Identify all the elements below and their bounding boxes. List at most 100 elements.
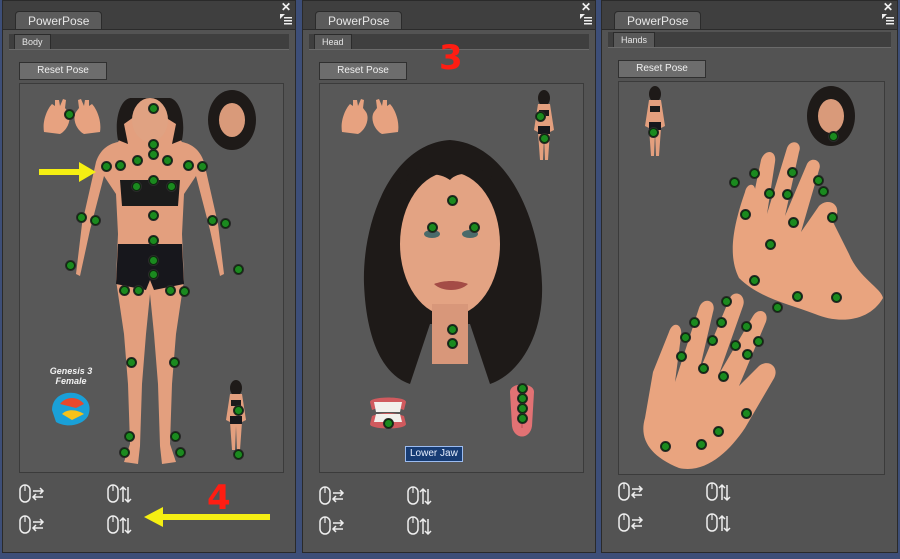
mouse-left-right-icon[interactable] (319, 486, 345, 506)
control-point[interactable] (234, 406, 243, 415)
control-point[interactable] (793, 292, 802, 301)
control-point[interactable] (690, 318, 699, 327)
mouse-up-down-icon[interactable] (407, 516, 433, 536)
control-point[interactable] (518, 414, 527, 423)
control-point[interactable] (765, 189, 774, 198)
mouse-left-right-icon[interactable] (618, 513, 644, 533)
control-point[interactable] (828, 213, 837, 222)
control-point[interactable] (134, 286, 143, 295)
close-icon[interactable]: ✕ (882, 1, 894, 13)
mouse-left-right-icon[interactable] (19, 484, 45, 504)
control-point[interactable] (448, 325, 457, 334)
tab-body[interactable]: Body (14, 34, 51, 49)
reset-pose-button[interactable]: Reset Pose (319, 62, 407, 80)
head-pose-viewport[interactable]: Lower Jaw (319, 83, 584, 473)
control-point[interactable] (730, 178, 739, 187)
panel-title-tab[interactable]: PowerPose (15, 11, 103, 29)
control-point[interactable] (719, 372, 728, 381)
control-point[interactable] (149, 270, 158, 279)
control-point[interactable] (518, 394, 527, 403)
control-point[interactable] (708, 336, 717, 345)
mouse-up-down-icon[interactable] (407, 486, 433, 506)
mouse-left-right-icon[interactable] (19, 515, 45, 535)
control-point[interactable] (149, 236, 158, 245)
reset-pose-button[interactable]: Reset Pose (618, 60, 706, 78)
control-point[interactable] (766, 240, 775, 249)
control-point[interactable] (722, 297, 731, 306)
control-point[interactable] (814, 176, 823, 185)
panel-title-tab[interactable]: PowerPose (614, 11, 702, 29)
control-point[interactable] (741, 210, 750, 219)
control-point[interactable] (428, 223, 437, 232)
control-point[interactable] (132, 182, 141, 191)
control-point[interactable] (149, 150, 158, 159)
control-point[interactable] (788, 168, 797, 177)
control-point[interactable] (743, 350, 752, 359)
control-point[interactable] (149, 176, 158, 185)
control-point[interactable] (77, 213, 86, 222)
control-point[interactable] (661, 442, 670, 451)
control-point[interactable] (125, 432, 134, 441)
control-point[interactable] (176, 448, 185, 457)
control-point[interactable] (234, 265, 243, 274)
panel-menu-icon[interactable] (881, 13, 895, 26)
control-point[interactable] (773, 303, 782, 312)
control-point[interactable] (731, 341, 740, 350)
close-icon[interactable]: ✕ (280, 1, 292, 13)
hands-pose-viewport[interactable] (618, 81, 885, 475)
control-point[interactable] (127, 358, 136, 367)
close-icon[interactable]: ✕ (580, 1, 592, 13)
control-point[interactable] (167, 182, 176, 191)
control-point[interactable] (518, 384, 527, 393)
control-point[interactable] (133, 156, 142, 165)
control-point[interactable] (540, 134, 549, 143)
mouse-up-down-icon[interactable] (706, 482, 732, 502)
control-point[interactable] (750, 276, 759, 285)
control-point[interactable] (649, 128, 658, 137)
control-point[interactable] (697, 440, 706, 449)
control-point[interactable] (170, 358, 179, 367)
control-point[interactable] (470, 223, 479, 232)
control-point[interactable] (742, 409, 751, 418)
control-point[interactable] (166, 286, 175, 295)
control-point[interactable] (832, 293, 841, 302)
control-point[interactable] (198, 162, 207, 171)
control-point[interactable] (448, 196, 457, 205)
control-point[interactable] (754, 337, 763, 346)
mouse-up-down-icon[interactable] (107, 515, 133, 535)
control-point[interactable] (518, 404, 527, 413)
mouse-left-right-icon[interactable] (618, 482, 644, 502)
body-pose-viewport[interactable]: Genesis 3 Female (19, 83, 284, 473)
control-point[interactable] (221, 219, 230, 228)
control-point[interactable] (536, 112, 545, 121)
control-point[interactable] (102, 162, 111, 171)
control-point[interactable] (171, 432, 180, 441)
control-point[interactable] (789, 218, 798, 227)
tab-head[interactable]: Head (314, 34, 352, 49)
control-point[interactable] (829, 132, 838, 141)
control-point[interactable] (681, 333, 690, 342)
control-point[interactable] (819, 187, 828, 196)
control-point[interactable] (149, 211, 158, 220)
control-point[interactable] (120, 286, 129, 295)
control-point[interactable] (714, 427, 723, 436)
mouse-up-down-icon[interactable] (107, 484, 133, 504)
control-point[interactable] (384, 419, 393, 428)
panel-menu-icon[interactable] (279, 13, 293, 26)
tab-hands[interactable]: Hands (613, 32, 656, 47)
control-point[interactable] (677, 352, 686, 361)
control-point[interactable] (783, 190, 792, 199)
control-point[interactable] (149, 140, 158, 149)
control-point[interactable] (91, 216, 100, 225)
mouse-left-right-icon[interactable] (319, 516, 345, 536)
control-point[interactable] (448, 339, 457, 348)
control-point[interactable] (750, 169, 759, 178)
control-point[interactable] (66, 261, 75, 270)
control-point[interactable] (149, 256, 158, 265)
control-point[interactable] (116, 161, 125, 170)
control-point[interactable] (65, 110, 74, 119)
control-point[interactable] (699, 364, 708, 373)
panel-menu-icon[interactable] (579, 13, 593, 26)
mouse-up-down-icon[interactable] (706, 513, 732, 533)
control-point[interactable] (180, 287, 189, 296)
